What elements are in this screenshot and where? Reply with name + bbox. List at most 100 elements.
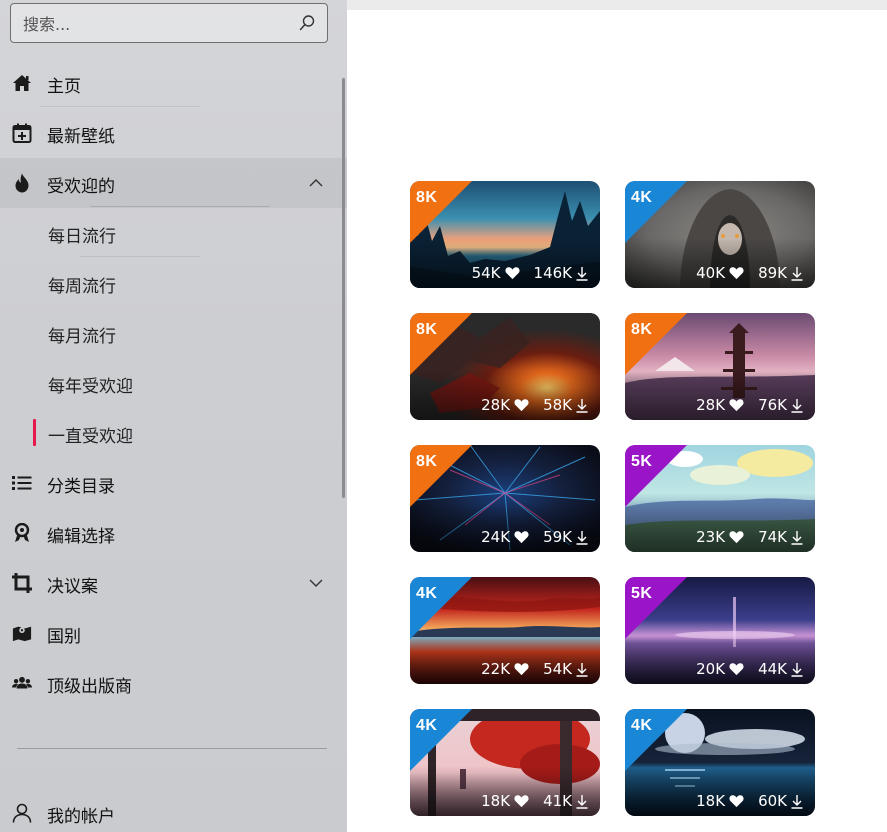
top-strip — [347, 0, 887, 10]
card-stats: 22K 54K — [481, 660, 588, 678]
downloads-count: 44K — [758, 660, 787, 678]
heart-icon[interactable] — [514, 398, 529, 412]
wallpaper-card[interactable]: 4K 40K 89K — [625, 181, 815, 288]
wallpaper-card[interactable]: 8K 24K 59K — [410, 445, 600, 552]
nav-all-time-label: 一直受欢迎 — [48, 427, 133, 447]
resolution-label: 8K — [416, 321, 438, 338]
likes-count: 28K — [696, 396, 726, 414]
calendar-add-icon — [12, 123, 32, 143]
download-icon[interactable] — [576, 266, 588, 281]
nav-editors-choice-label: 编辑选择 — [47, 527, 115, 547]
nav-country[interactable]: 国别 — [0, 608, 347, 658]
active-indicator — [33, 419, 36, 446]
card-stats: 28K 58K — [481, 396, 588, 414]
nav-daily-label: 每日流行 — [48, 227, 116, 247]
nav-latest-wallpapers[interactable]: 最新壁纸 — [0, 108, 347, 158]
likes-count: 18K — [481, 792, 511, 810]
sidebar-scrollbar[interactable] — [342, 78, 345, 498]
user-icon — [12, 803, 32, 823]
resolution-label: 8K — [416, 189, 438, 206]
wallpaper-card[interactable]: 8K 28K 58K — [410, 313, 600, 420]
downloads-count: 58K — [543, 396, 572, 414]
resolution-label: 8K — [416, 453, 438, 470]
nav-monthly-label: 每月流行 — [48, 327, 116, 347]
card-stats: 28K 76K — [696, 396, 803, 414]
download-icon[interactable] — [576, 530, 588, 545]
downloads-count: 41K — [543, 792, 572, 810]
nav-my-account-label: 我的帐户 — [47, 807, 115, 827]
nav-yearly-popular[interactable]: 每年受欢迎 — [0, 358, 347, 408]
resolution-label: 4K — [631, 189, 653, 206]
downloads-count: 59K — [543, 528, 572, 546]
likes-count: 28K — [481, 396, 511, 414]
nav-categories[interactable]: 分类目录 — [0, 458, 347, 508]
card-stats: 18K 41K — [481, 792, 588, 810]
heart-icon[interactable] — [729, 398, 744, 412]
card-stats: 54K 146K — [472, 264, 588, 282]
download-icon[interactable] — [791, 266, 803, 281]
heart-icon[interactable] — [514, 530, 529, 544]
download-icon[interactable] — [576, 662, 588, 677]
search-input[interactable] — [23, 12, 293, 36]
resolution-label: 8K — [631, 321, 653, 338]
resolution-label: 4K — [631, 717, 653, 734]
download-icon[interactable] — [791, 662, 803, 677]
likes-count: 20K — [696, 660, 726, 678]
nav-home[interactable]: 主页 — [0, 58, 347, 108]
resolution-label: 5K — [631, 453, 653, 470]
resolution-label: 5K — [631, 585, 653, 602]
nav-weekly-popular[interactable]: 每周流行 — [0, 258, 347, 308]
search-box[interactable] — [10, 3, 328, 43]
downloads-count: 74K — [758, 528, 787, 546]
sidebar: 主页 最新壁纸 受欢迎的 每日流行 — [0, 0, 347, 832]
nav-popular[interactable]: 受欢迎的 — [0, 158, 347, 208]
download-icon[interactable] — [791, 794, 803, 809]
chevron-down-icon[interactable] — [309, 576, 323, 590]
likes-count: 24K — [481, 528, 511, 546]
wallpaper-card[interactable]: 5K 20K 44K — [625, 577, 815, 684]
resolution-label: 4K — [416, 717, 438, 734]
nav-yearly-label: 每年受欢迎 — [48, 377, 133, 397]
resolution-label: 4K — [416, 585, 438, 602]
nav-monthly-popular[interactable]: 每月流行 — [0, 308, 347, 358]
wallpaper-card[interactable]: 4K 22K 54K — [410, 577, 600, 684]
heart-icon[interactable] — [729, 530, 744, 544]
nav-my-account[interactable]: 我的帐户 — [0, 788, 347, 832]
heart-icon[interactable] — [729, 662, 744, 676]
chevron-up-icon[interactable] — [309, 176, 323, 190]
wallpaper-card[interactable]: 8K 54K 146K — [410, 181, 600, 288]
wallpaper-card[interactable]: 4K 18K 41K — [410, 709, 600, 816]
heart-icon[interactable] — [514, 662, 529, 676]
map-icon — [12, 623, 32, 643]
separator — [40, 106, 200, 107]
likes-count: 18K — [696, 792, 726, 810]
wallpaper-card[interactable]: 8K 28K 76K — [625, 313, 815, 420]
nav-daily-popular[interactable]: 每日流行 — [0, 208, 347, 258]
nav-top-publishers-label: 顶级出版商 — [47, 677, 132, 697]
users-icon — [12, 673, 32, 693]
nav-resolution[interactable]: 决议案 — [0, 558, 347, 608]
download-icon[interactable] — [576, 794, 588, 809]
heart-icon[interactable] — [504, 266, 520, 280]
nav-top-publishers[interactable]: 顶级出版商 — [0, 658, 347, 708]
heart-icon[interactable] — [729, 266, 744, 280]
likes-count: 23K — [696, 528, 726, 546]
heart-icon[interactable] — [729, 794, 744, 808]
download-icon[interactable] — [791, 530, 803, 545]
nav-all-time-popular[interactable]: 一直受欢迎 — [0, 408, 347, 458]
download-icon[interactable] — [791, 398, 803, 413]
nav-editors-choice[interactable]: 编辑选择 — [0, 508, 347, 558]
wallpaper-card[interactable]: 5K 23K 74K — [625, 445, 815, 552]
separator — [80, 256, 200, 257]
wallpaper-card[interactable]: 4K 18K 60K — [625, 709, 815, 816]
card-stats: 18K 60K — [696, 792, 803, 810]
nav-home-label: 主页 — [47, 77, 81, 97]
heart-icon[interactable] — [514, 794, 529, 808]
card-stats: 23K 74K — [696, 528, 803, 546]
download-icon[interactable] — [576, 398, 588, 413]
award-icon — [12, 523, 32, 543]
card-stats: 20K 44K — [696, 660, 803, 678]
nav-weekly-label: 每周流行 — [48, 277, 116, 297]
search-icon[interactable] — [298, 14, 316, 32]
nav-popular-label: 受欢迎的 — [47, 177, 115, 197]
